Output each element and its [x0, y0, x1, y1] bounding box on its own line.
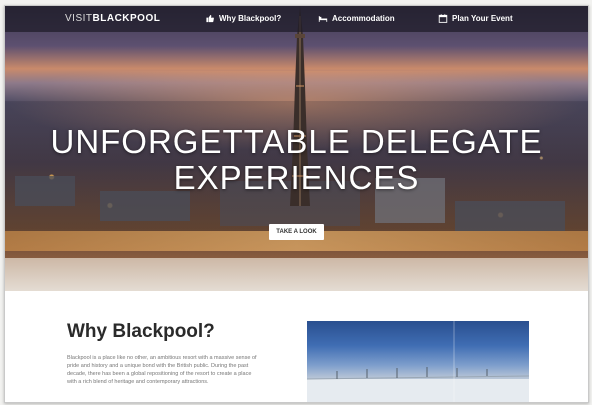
nav-item-label: Plan Your Event — [452, 14, 513, 23]
building — [455, 201, 565, 231]
why-blackpool-section: Why Blackpool? Blackpool is a place like… — [5, 291, 588, 402]
logo-prefix: VISIT — [65, 13, 93, 24]
hero-title-line: EXPERIENCES — [173, 159, 420, 196]
nav-item-plan-your-event[interactable]: Plan Your Event — [438, 14, 513, 23]
bed-icon — [318, 16, 328, 22]
nav-item-accommodation[interactable]: Accommodation — [318, 14, 395, 23]
logo-name: BLACKPOOL — [92, 13, 161, 24]
beach-photo — [307, 321, 529, 402]
site-logo[interactable]: VISITBLACKPOOL — [65, 13, 160, 24]
nav-item-label: Accommodation — [332, 14, 395, 23]
nav-item-why-blackpool[interactable]: Why Blackpool? — [205, 14, 281, 23]
pier-silhouette — [307, 321, 529, 402]
nav-item-label: Why Blackpool? — [219, 14, 282, 23]
take-a-look-button[interactable]: TAKE A LOOK — [269, 224, 324, 240]
top-nav-bar: VISITBLACKPOOL Why Blackpool? Accommodat… — [5, 6, 588, 32]
hero-title: UNFORGETTABLE DELEGATE EXPERIENCES — [5, 124, 588, 196]
calendar-icon — [438, 14, 448, 23]
thumbs-up-icon — [206, 14, 214, 23]
section-body-text: Blackpool is a place like no other, an a… — [67, 355, 257, 385]
hero-title-line: UNFORGETTABLE DELEGATE — [50, 123, 543, 160]
hero-banner: VISITBLACKPOOL Why Blackpool? Accommodat… — [5, 6, 588, 291]
section-title: Why Blackpool? — [67, 321, 215, 342]
promenade — [5, 258, 588, 291]
browser-frame: VISITBLACKPOOL Why Blackpool? Accommodat… — [4, 5, 589, 403]
